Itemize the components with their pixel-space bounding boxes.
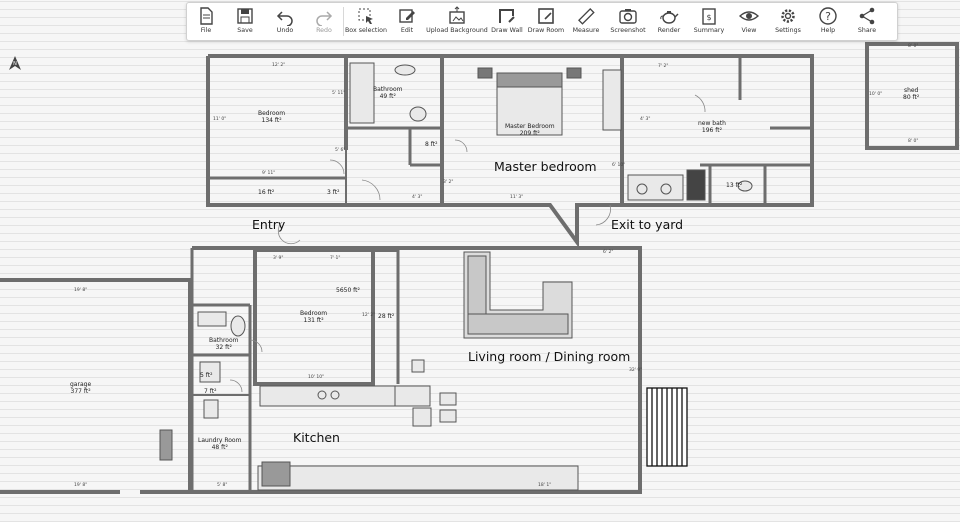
measure-button[interactable]: Measure	[566, 3, 606, 40]
room-bedroom1[interactable]: Bedroom 134 ft²	[258, 110, 285, 124]
dimension-label: 11' 0"	[213, 117, 227, 122]
text-living-dining[interactable]: Living room / Dining room	[468, 349, 630, 364]
room-new-bath[interactable]: new bath 196 ft²	[698, 120, 726, 134]
dimension-label: 12' 2"	[272, 63, 286, 68]
share-button[interactable]: Share	[848, 3, 886, 40]
dimension-label: 5' 8"	[217, 483, 228, 488]
room-closet4[interactable]: 3 ft²	[327, 189, 340, 196]
settings-button[interactable]: Settings	[768, 3, 808, 40]
camera-icon	[619, 9, 637, 24]
undo-button[interactable]: Undo	[265, 3, 305, 40]
dimension-label: 19' 8"	[74, 288, 88, 293]
compass-icon: N	[8, 56, 22, 74]
dimension-label: 12' 2"	[362, 313, 376, 318]
room-master-bedroom[interactable]: Master Bedroom 209 ft²	[505, 123, 555, 137]
eye-icon	[739, 11, 759, 21]
text-entry[interactable]: Entry	[252, 217, 285, 232]
file-icon	[200, 7, 213, 25]
redo-button[interactable]: Redo	[305, 3, 343, 40]
redo-icon	[316, 11, 333, 26]
dimension-label: 9' 11"	[262, 171, 276, 176]
dimension-label: 4' 3"	[412, 195, 423, 200]
room-closet3[interactable]: 13 ft²	[726, 182, 742, 189]
room-bedroom2[interactable]: Bedroom 131 ft²	[300, 310, 327, 324]
text-master-bedroom[interactable]: Master bedroom	[494, 159, 597, 174]
room-shed[interactable]: shed 80 ft²	[903, 87, 919, 101]
box-selection-icon	[358, 8, 373, 24]
save-icon	[237, 8, 253, 24]
main-toolbar: File Save Undo Redo Box selection Edit U…	[186, 2, 898, 41]
dimension-label: 3' 2"	[443, 180, 454, 185]
upload-background-button[interactable]: Upload Background	[426, 3, 488, 40]
dimension-label: 8' 0"	[908, 44, 919, 49]
room-laundry[interactable]: Laundry Room 48 ft²	[198, 437, 241, 451]
dimension-label: 7' 2"	[658, 64, 669, 69]
text-exit-to-yard[interactable]: Exit to yard	[611, 217, 683, 232]
edit-icon	[399, 9, 415, 23]
room-small2[interactable]: 28 ft²	[378, 313, 394, 320]
draw-wall-icon	[499, 9, 515, 23]
dimension-label: 5' 11"	[332, 91, 346, 96]
help-button[interactable]: ? Help	[808, 3, 848, 40]
ruler-icon	[578, 8, 595, 25]
floorplan-drawing	[0, 42, 959, 494]
draw-wall-button[interactable]: Draw Wall	[488, 3, 526, 40]
undo-icon	[276, 11, 293, 26]
upload-background-icon	[449, 6, 465, 24]
dimension-label: 3' 9"	[273, 256, 284, 261]
dimension-label: 10' 10"	[308, 375, 325, 380]
room-closet1[interactable]: 16 ft²	[258, 189, 274, 196]
room-closet6[interactable]: 7 ft²	[204, 388, 217, 395]
edit-button[interactable]: Edit	[388, 3, 426, 40]
svg-text:$: $	[706, 13, 711, 22]
dimension-label: 8' 0"	[908, 139, 919, 144]
summary-icon: $	[702, 8, 716, 25]
room-closet2[interactable]: 8 ft²	[425, 141, 438, 148]
screenshot-button[interactable]: Screenshot	[606, 3, 650, 40]
render-button[interactable]: Render	[650, 3, 688, 40]
dimension-label: 10' 0"	[869, 92, 883, 97]
dimension-label: 32' 9"	[629, 368, 643, 373]
view-button[interactable]: View	[730, 3, 768, 40]
dimension-label: 11' 3"	[510, 195, 524, 200]
share-icon	[859, 7, 875, 25]
room-small1[interactable]: 5650 ft²	[336, 287, 360, 294]
text-kitchen[interactable]: Kitchen	[293, 430, 340, 445]
gear-icon	[781, 9, 795, 23]
room-garage[interactable]: garage 377 ft²	[70, 381, 91, 395]
dimension-label: 19' 8"	[74, 483, 88, 488]
teapot-icon	[660, 11, 679, 24]
dimension-label: 7' 1"	[330, 256, 341, 261]
room-bathroom2[interactable]: Bathroom 32 ft²	[209, 337, 238, 351]
draw-room-button[interactable]: Draw Room	[526, 3, 566, 40]
box-selection-button[interactable]: Box selection	[344, 3, 388, 40]
room-closet5[interactable]: 5 ft²	[200, 372, 213, 379]
dimension-label: 4' 3"	[640, 117, 651, 122]
dimension-label: 5' 6"	[335, 148, 346, 153]
summary-button[interactable]: $ Summary	[688, 3, 730, 40]
help-icon: ?	[819, 7, 837, 25]
dimension-label: 18' 1"	[538, 483, 552, 488]
save-button[interactable]: Save	[225, 3, 265, 40]
room-bathroom1[interactable]: Bathroom 49 ft²	[373, 86, 402, 100]
dimension-label: 6' 10"	[612, 163, 626, 168]
svg-text:?: ?	[825, 10, 831, 23]
floorplan-canvas[interactable]: N Bedroom 134 ft² Bathroom 49 ft² Master B…	[0, 0, 960, 522]
file-button[interactable]: File	[187, 3, 225, 40]
dimension-label: 6' 2"	[603, 250, 614, 255]
draw-room-icon	[538, 8, 554, 24]
